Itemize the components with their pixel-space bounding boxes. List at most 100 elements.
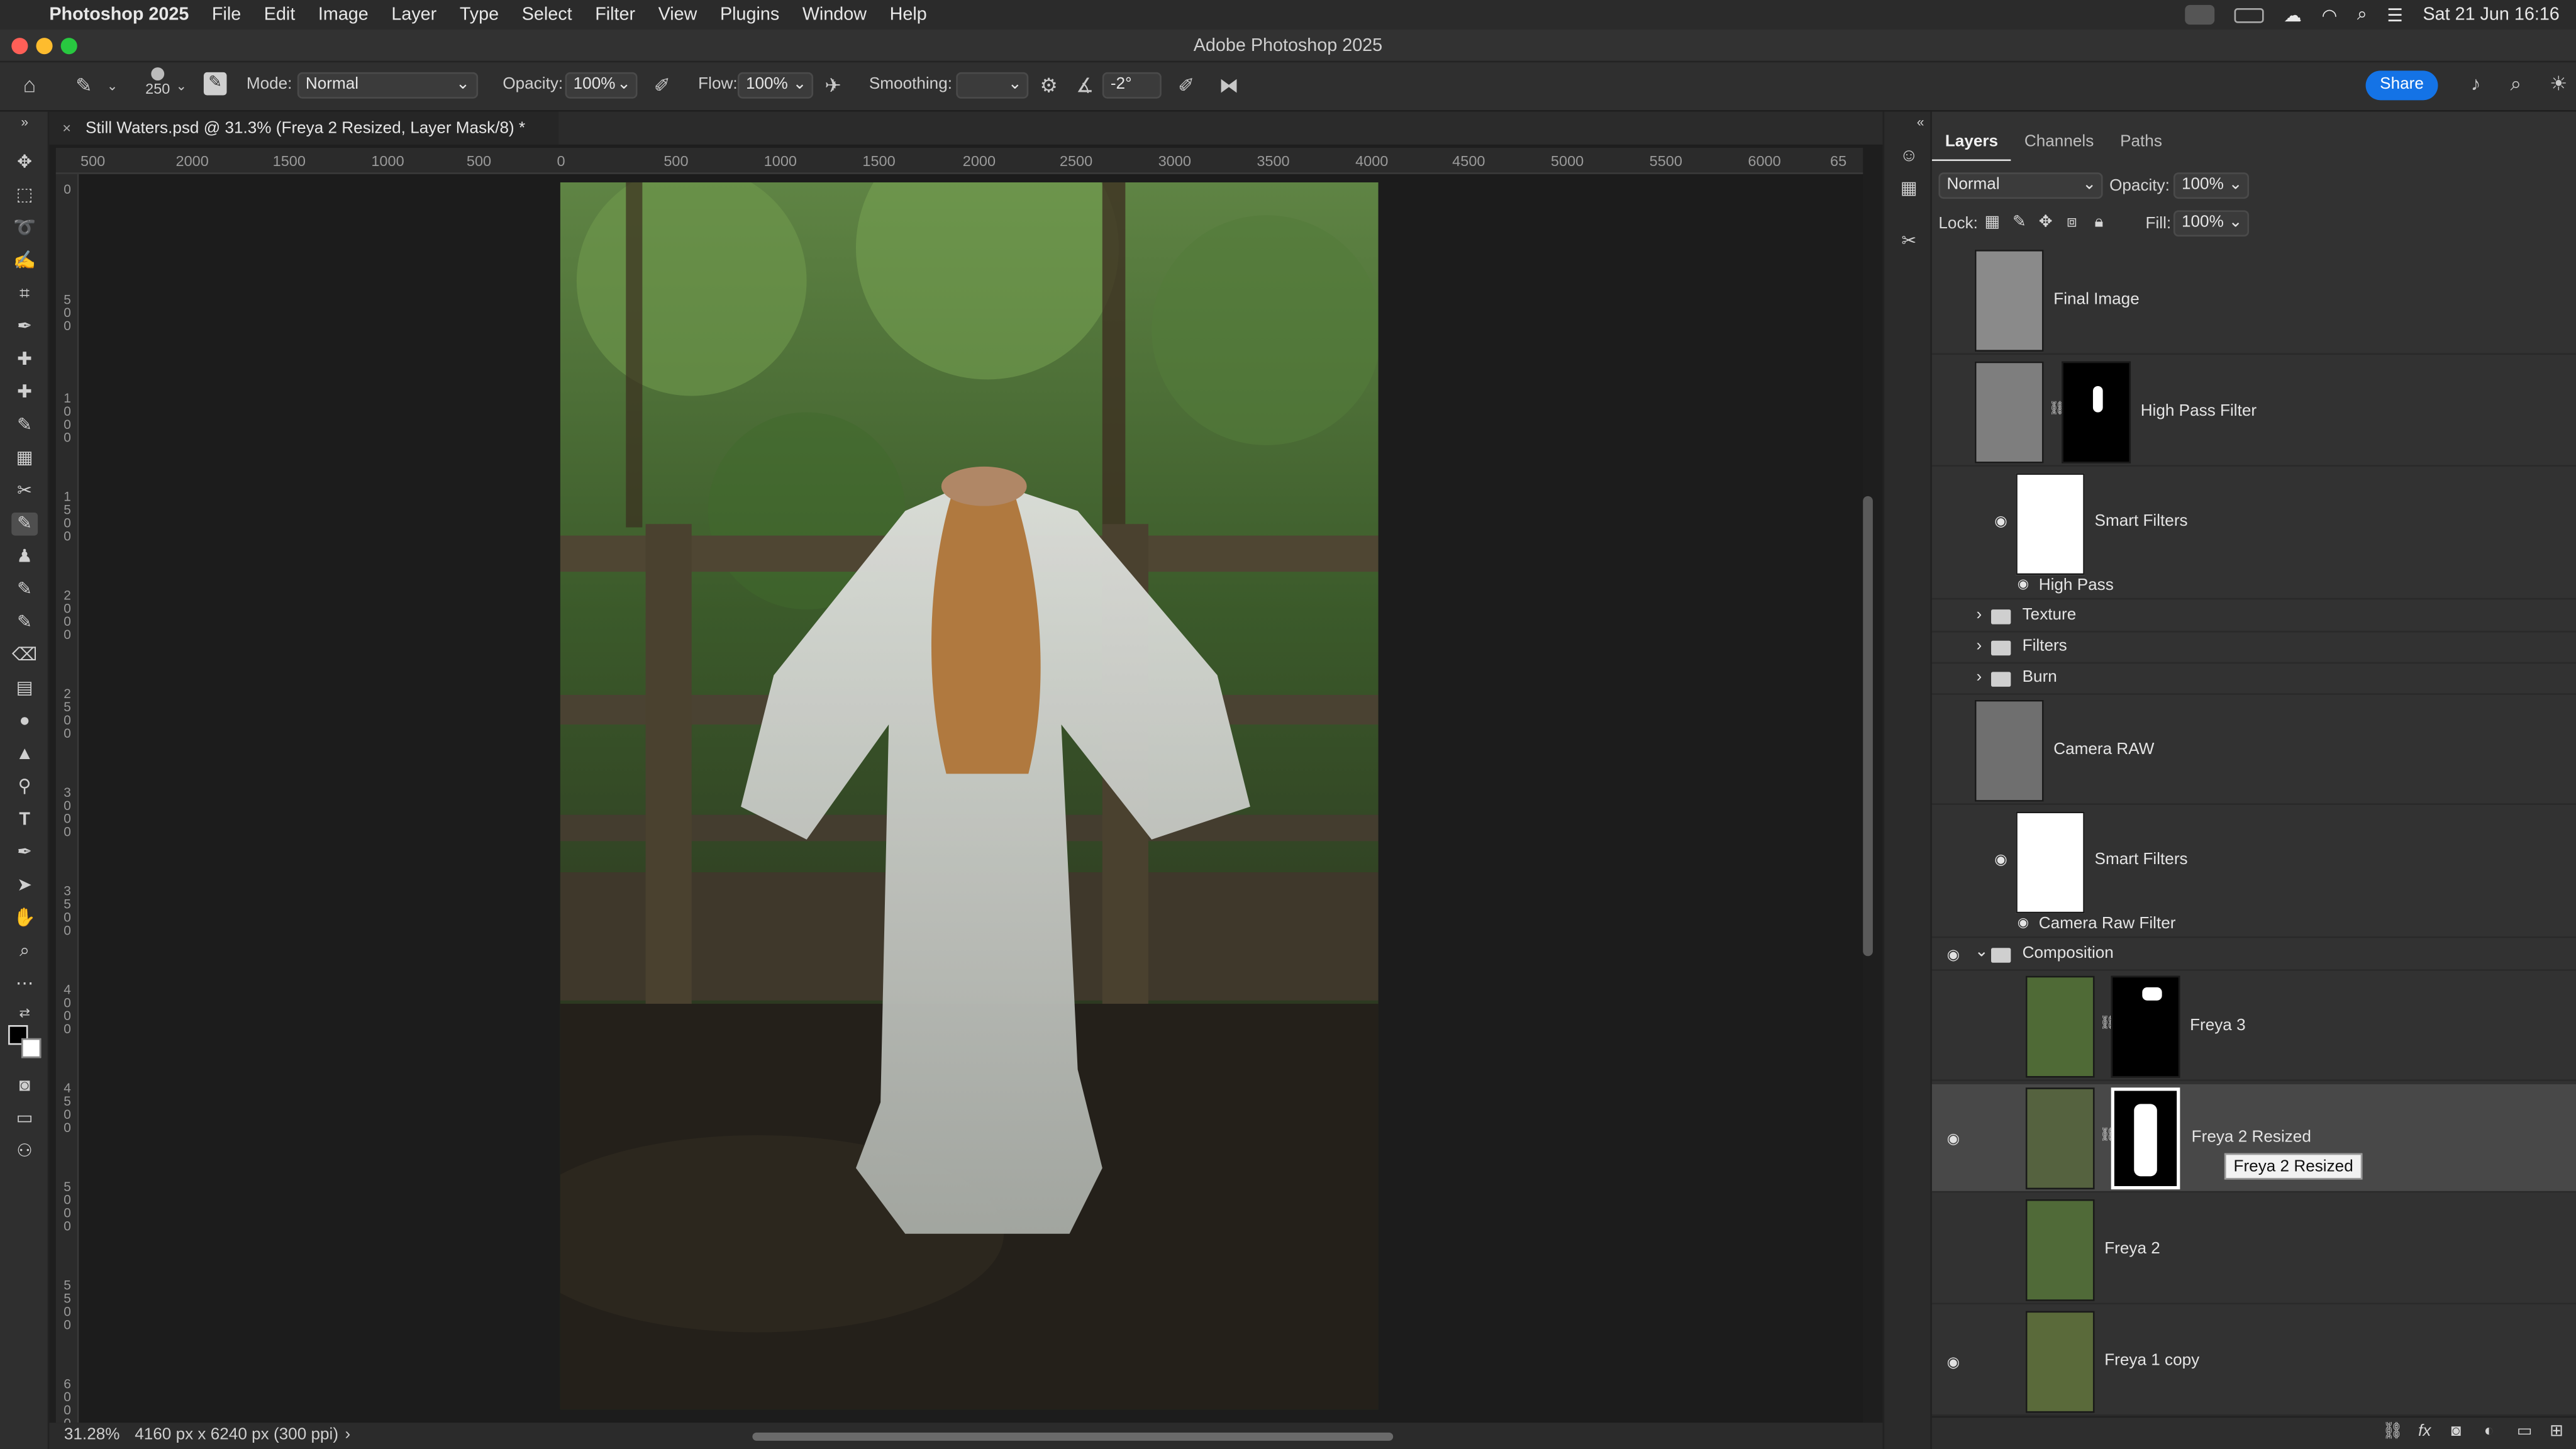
menu-help[interactable]: Help xyxy=(890,5,927,25)
chevron-right-icon[interactable]: › xyxy=(1976,638,1982,656)
layer-mask-thumbnail[interactable] xyxy=(2111,1087,2180,1190)
lock-artboard-icon[interactable]: ⧈ xyxy=(2067,214,2077,232)
gear-icon[interactable]: ⚙ xyxy=(1040,74,1058,97)
more-tools-icon[interactable]: ⋯ xyxy=(11,972,38,996)
zoom-level[interactable]: 31.28% xyxy=(64,1423,120,1449)
eyedropper-tool-icon[interactable]: ✒ xyxy=(11,316,38,339)
document-canvas-image[interactable] xyxy=(560,182,1379,1410)
mode-select[interactable]: Normal ⌄ xyxy=(297,72,479,99)
opacity-input[interactable]: 100% ⌄ xyxy=(565,72,638,99)
adjustment-layer-icon[interactable]: ◐ xyxy=(2484,1423,2494,1441)
smart-filter-item[interactable]: ◉ Camera Raw Filter xyxy=(1931,912,2576,938)
path-select-tool-icon[interactable]: ➤ xyxy=(11,874,38,897)
menu-filter[interactable]: Filter xyxy=(595,5,635,25)
brush-angle-input[interactable]: -2° xyxy=(1102,72,1162,99)
horizontal-scrollbar[interactable] xyxy=(752,1432,1394,1441)
document-info[interactable]: 4160 px x 6240 px (300 ppi) xyxy=(135,1423,338,1449)
creative-cloud-icon[interactable]: ☁ xyxy=(2284,4,2302,26)
smoothing-input[interactable]: ⌄ xyxy=(956,72,1029,99)
marquee-tool-icon[interactable]: ⬚ xyxy=(11,184,38,208)
lock-position-icon[interactable]: ✥ xyxy=(2039,214,2053,232)
layer-opacity-input[interactable]: 100% ⌄ xyxy=(2173,172,2250,199)
eye-icon[interactable]: ◉ xyxy=(2018,577,2029,592)
quick-select-tool-icon[interactable]: ✍ xyxy=(11,250,38,273)
smart-filters-row[interactable]: ◉ Smart Filters xyxy=(1932,808,2576,916)
new-group-icon[interactable]: ▭ xyxy=(2517,1423,2533,1441)
wifi-icon[interactable]: ◠ xyxy=(2321,4,2337,26)
menu-file[interactable]: File xyxy=(212,5,241,25)
fx-icon[interactable]: fx xyxy=(2418,1423,2431,1441)
swap-colors-icon[interactable]: ⇄ xyxy=(11,1002,38,1025)
tab-channels[interactable]: Channels xyxy=(2011,125,2107,161)
eraser-tool-icon[interactable]: ⌫ xyxy=(11,644,38,667)
smart-filters-row[interactable]: ◉ Smart Filters xyxy=(1932,470,2576,578)
tab-layers[interactable]: Layers xyxy=(1931,125,2011,161)
brush-settings-icon[interactable]: ✎ xyxy=(203,72,227,96)
menu-select[interactable]: Select xyxy=(522,5,572,25)
gradient-tool-icon[interactable]: ▤ xyxy=(11,677,38,700)
chevron-down-icon[interactable]: ⌄ xyxy=(1975,943,1989,961)
visibility-toggle[interactable]: ◉ xyxy=(1945,947,1962,965)
hand-tool-icon[interactable]: ✋ xyxy=(11,907,38,930)
close-window-button[interactable] xyxy=(11,38,28,55)
maximize-window-button[interactable] xyxy=(60,38,77,55)
brush-tool-icon[interactable]: ✎ xyxy=(11,513,38,536)
clone-stamp-tool-icon[interactable]: ♟ xyxy=(11,545,38,569)
layer-row[interactable]: ◉ Freya 1 copy xyxy=(1931,1307,2576,1416)
menu-type[interactable]: Type xyxy=(460,5,499,25)
collapse-toolbar-icon[interactable]: » xyxy=(11,112,38,135)
share-button[interactable]: Share xyxy=(2365,70,2438,101)
vertical-scrollbar[interactable] xyxy=(1863,496,1873,957)
bell-icon[interactable]: ♪ xyxy=(2471,72,2481,96)
eye-icon[interactable]: ◉ xyxy=(2018,915,2029,930)
layer-row[interactable]: Camera RAW xyxy=(1931,697,2576,805)
lock-transparency-icon[interactable]: ▦ xyxy=(1985,214,2001,232)
menu-view[interactable]: View xyxy=(658,5,697,25)
chevron-right-icon[interactable]: › xyxy=(1976,606,1982,625)
group-row[interactable]: ◉ ⌄ Composition xyxy=(1931,940,2576,971)
control-center-icon[interactable]: ☰ xyxy=(2387,4,2403,26)
layer-row[interactable]: Freya 2 xyxy=(1931,1196,2576,1305)
add-mask-icon[interactable]: ◙ xyxy=(2451,1423,2461,1441)
chevron-down-icon[interactable]: ⌄ xyxy=(107,75,118,99)
lock-all-icon[interactable]: 🔒︎ xyxy=(2095,214,2104,232)
blur-tool-icon[interactable]: ● xyxy=(11,709,38,733)
background-color-swatch[interactable] xyxy=(21,1038,42,1058)
eye-icon[interactable]: ◉ xyxy=(1994,851,2007,869)
chevron-right-icon[interactable]: › xyxy=(345,1423,351,1449)
menu-plugins[interactable]: Plugins xyxy=(720,5,779,25)
layer-row[interactable]: Final Image xyxy=(1931,247,2576,355)
learn-panel-icon[interactable]: ☺ xyxy=(1896,145,1922,168)
pressure-size-icon[interactable]: ✐ xyxy=(1178,74,1194,97)
menu-window[interactable]: Window xyxy=(802,5,867,25)
visibility-toggle[interactable]: ◉ xyxy=(1945,1353,1962,1372)
chevron-right-icon[interactable]: › xyxy=(1976,669,1982,687)
group-row[interactable]: › Texture xyxy=(1931,601,2576,633)
screen-mode-icon[interactable]: ▭ xyxy=(11,1108,38,1131)
layer-row[interactable]: ⛓ High Pass Filter xyxy=(1931,358,2576,467)
edit-toolbar-icon[interactable]: ⚇ xyxy=(11,1140,38,1163)
menu-edit[interactable]: Edit xyxy=(264,5,296,25)
smart-filter-mask-thumbnail[interactable] xyxy=(2016,473,2085,575)
brush-preset-picker[interactable]: 250 xyxy=(142,67,174,99)
new-layer-icon[interactable]: ⊞ xyxy=(2550,1423,2563,1441)
airbrush-icon[interactable]: ✈ xyxy=(824,74,841,97)
minimize-window-button[interactable] xyxy=(36,38,53,55)
adjustments-panel-icon[interactable]: ✂ xyxy=(1896,230,1922,253)
group-row[interactable]: › Burn xyxy=(1931,663,2576,695)
blend-mode-select[interactable]: Normal ⌄ xyxy=(1938,172,2103,199)
visibility-toggle[interactable]: ◉ xyxy=(1945,1130,1962,1148)
dodge-tool-icon[interactable]: ⚲ xyxy=(11,775,38,799)
lock-pixels-icon[interactable]: ✎ xyxy=(2012,214,2026,232)
spot-healing-tool-icon[interactable]: ✚ xyxy=(11,348,38,372)
link-layers-icon[interactable]: ⛓ xyxy=(2382,1423,2403,1441)
home-icon[interactable]: ⌂ xyxy=(23,73,36,97)
content-aware-tool-icon[interactable]: ▦ xyxy=(11,447,38,470)
fill-input[interactable]: 100% ⌄ xyxy=(2173,210,2250,237)
zoom-tool-icon[interactable]: ⌕ xyxy=(11,940,38,963)
remove-tool-icon[interactable]: ✂ xyxy=(11,480,38,503)
layer-mask-thumbnail[interactable] xyxy=(2062,361,2131,464)
close-tab-icon[interactable]: × xyxy=(62,120,71,136)
document-tab[interactable]: × Still Waters.psd @ 31.3% (Freya 2 Resi… xyxy=(49,111,559,145)
quick-mask-icon[interactable]: ◙ xyxy=(11,1074,38,1097)
